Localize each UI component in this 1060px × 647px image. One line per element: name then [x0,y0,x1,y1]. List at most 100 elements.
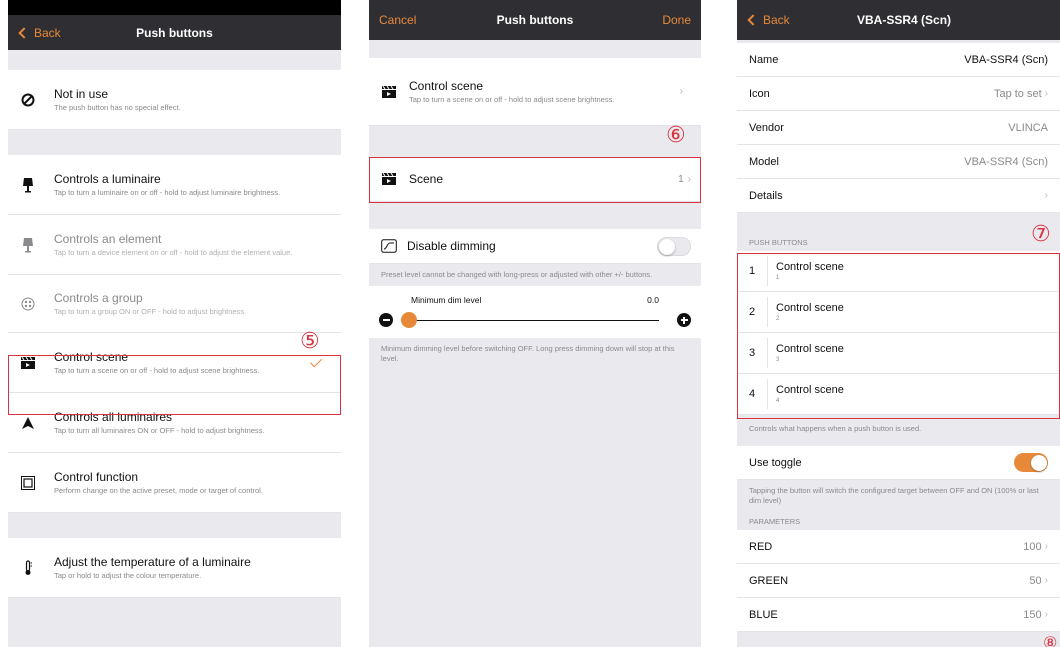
push-button-sub: 1 [776,275,780,281]
push-button-row[interactable]: 1 Control scene 1 [737,251,1060,292]
cancel-button[interactable]: Cancel [379,0,416,40]
minus-icon[interactable] [379,313,393,327]
chevron-right-icon: › [1044,190,1048,201]
back-label: Back [763,13,790,27]
option-desc: Tap to turn a scene on or off - hold to … [54,366,260,375]
option-title: Controls a luminaire [54,172,161,186]
push-button-title: Control scene [776,343,844,355]
clapper-icon [18,356,38,370]
status-bar [8,0,341,15]
option-desc: Tap to turn a scene on or off - hold to … [409,95,615,104]
scene-value: 1 [678,173,684,185]
push-button-number: 4 [748,388,756,400]
parameter-value: 100 [1023,540,1042,553]
info-value: VBA-SSR4 (Scn) [964,155,1048,168]
info-row-model: Model VBA-SSR4 (Scn) [737,145,1060,179]
push-button-number: 3 [748,347,756,359]
option-title: Controls all luminaires [54,410,173,424]
clapper-icon [379,85,399,99]
thermometer-icon [18,559,38,576]
back-button[interactable]: Back [18,15,61,50]
push-button-title: Control scene [776,302,844,314]
option-adjust-temperature[interactable]: Adjust the temperature of a luminaire Tap… [8,538,341,598]
chevron-left-icon [747,14,759,26]
info-row-icon[interactable]: Icon Tap to set › [737,77,1060,111]
info-label: Details [749,189,783,202]
parameter-row-green[interactable]: GREEN 50 › [737,564,1060,598]
control-scene-row[interactable]: Control scene Tap to turn a scene on or o… [369,58,701,126]
option-title: Adjust the temperature of a luminaire [54,555,251,569]
no-entry-icon [18,93,38,107]
info-row-name[interactable]: Name VBA-SSR4 (Scn) [737,43,1060,77]
info-value: VLINCA [1008,121,1048,134]
chevron-right-icon: › [679,86,683,97]
plus-icon[interactable] [677,313,691,327]
push-button-number: 1 [748,265,756,277]
info-label: Model [749,155,779,168]
parameter-value: 50 [1029,574,1042,587]
push-button-title: Control scene [776,384,844,396]
dimming-icon [379,239,399,253]
disable-dimming-toggle[interactable] [657,236,691,256]
callout-number: ⑦ [1031,222,1051,247]
option-control-scene[interactable]: Control scene Tap to turn a scene on or o… [8,333,341,393]
parameter-value: 150 [1023,608,1042,621]
parameter-label: RED [749,540,773,553]
push-button-row[interactable]: 2 Control scene 2 [737,292,1060,333]
option-title: Not in use [54,87,109,101]
option-controls-group[interactable]: Controls a group Tap to turn a group ON o… [8,275,341,333]
option-title: Control function [54,470,139,484]
chevron-right-icon: › [687,173,691,185]
clapper-icon [379,172,399,186]
option-controls-all-luminaires[interactable]: Controls all luminaires Tap to turn all l… [8,393,341,453]
option-controls-luminaire[interactable]: Controls a luminaire Tap to turn a lumina… [8,155,341,215]
lamp-icon [18,177,38,193]
parameter-row-red[interactable]: RED 100 › [737,530,1060,564]
info-label: Name [749,53,779,66]
push-button-row[interactable]: 4 Control scene 4 [737,374,1060,415]
option-controls-element[interactable]: Controls an element Tap to turn a device … [8,215,341,275]
info-value: VBA-SSR4 (Scn) [964,53,1048,66]
push-button-sub: 2 [776,316,780,322]
navbar: Cancel Push buttons Done [369,0,701,40]
push-button-row[interactable]: 3 Control scene 3 [737,333,1060,374]
scene-label: Scene [409,172,444,186]
slider-knob[interactable] [401,312,417,328]
parameters-header: PARAMETERS [749,517,801,526]
option-control-function[interactable]: Control function Perform change on the ac… [8,453,341,513]
parameter-label: GREEN [749,574,789,587]
info-label: Icon [749,87,770,100]
use-toggle-note: Tapping the button will switch the confi… [749,486,1039,505]
screen-device-details: Back VBA-SSR4 (Scn) Name VBA-SSR4 (Scn) … [737,0,1060,647]
slider-track[interactable] [405,320,659,321]
done-button[interactable]: Done [662,0,691,40]
option-not-in-use[interactable]: Not in use The push button has no special… [8,70,341,130]
option-desc: Perform change on the active preset, mod… [54,486,263,495]
callout-number-partial: ⑧ [1043,633,1058,647]
square-icon [18,475,38,490]
navbar: Back VBA-SSR4 (Scn) [737,0,1060,40]
page-title: Push buttons [136,25,213,40]
option-title: Control scene [409,79,484,93]
option-title: Controls a group [54,291,143,305]
parameter-row-blue[interactable]: BLUE 150 › [737,598,1060,632]
scene-row[interactable]: Scene 1 › [369,157,701,202]
disable-dimming-note: Preset level cannot be changed with long… [381,270,653,279]
push-buttons-header: PUSH BUTTONS [749,238,808,247]
callout-number: ⑥ [666,123,686,148]
info-label: Vendor [749,121,784,134]
screen-scene-settings: Cancel Push buttons Done Control scene Ta… [369,0,701,647]
lamp-icon [18,237,38,253]
push-button-sub: 3 [776,357,780,363]
info-row-details[interactable]: Details › [737,179,1060,213]
page-title: Push buttons [496,13,574,27]
back-button[interactable]: Back [747,0,790,40]
chevron-right-icon: › [1044,541,1048,552]
info-value: Tap to set [993,87,1042,100]
option-desc: Tap to turn a group ON or OFF - hold to … [54,307,247,316]
back-label: Back [34,25,61,40]
use-toggle-switch[interactable] [1014,453,1048,472]
screen-push-button-options: Back Push buttons Not in use The push but… [8,0,341,647]
group-icon [18,297,38,311]
option-desc: The push button has no special effect. [54,103,181,112]
